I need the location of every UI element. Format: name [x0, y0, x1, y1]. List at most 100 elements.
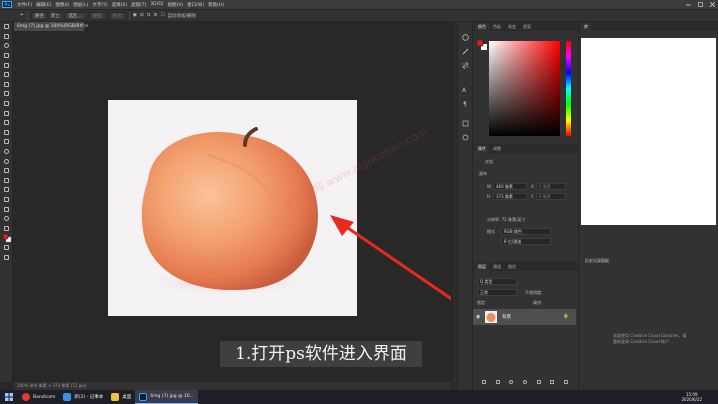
menu-edit[interactable]: 编辑(E): [34, 2, 53, 8]
path-arrange-icon[interactable]: ⇅: [147, 13, 151, 18]
screen-mode-icon[interactable]: [0, 252, 13, 262]
menu-layer[interactable]: 图层(L): [71, 2, 90, 8]
layer-filter-input[interactable]: Q 类型: [477, 278, 517, 285]
rectangle-tool-icon[interactable]: [0, 195, 13, 205]
glyphs-icon[interactable]: [458, 116, 473, 130]
close-icon[interactable]: [706, 0, 718, 9]
mask-button[interactable]: 蒙版: [88, 11, 106, 20]
magic-wand-tool-icon[interactable]: [0, 51, 13, 61]
start-button[interactable]: [0, 390, 18, 404]
quick-mask-icon[interactable]: [0, 243, 13, 253]
delete-layer-icon[interactable]: [564, 380, 569, 384]
crop-tool-icon[interactable]: [0, 60, 13, 70]
pen-tool-icon[interactable]: ✒: [20, 13, 24, 18]
taskbar-item-bandicam[interactable]: Bandicam: [18, 390, 59, 404]
character-icon[interactable]: A: [458, 82, 473, 96]
tab-gradients[interactable]: 渐变: [505, 23, 519, 31]
paragraph-icon[interactable]: ¶: [458, 96, 473, 110]
mode-label: 模式: [487, 229, 495, 234]
auto-add-checkbox[interactable]: ☐: [160, 13, 164, 18]
blend-mode-select[interactable]: 正常: [477, 289, 517, 296]
history-panel-title: 历史记录面板: [585, 258, 609, 263]
fx-icon[interactable]: [495, 380, 500, 384]
color-picker-field[interactable]: [489, 41, 560, 136]
height-field[interactable]: 373 像素: [493, 193, 527, 200]
link-layers-icon[interactable]: [481, 380, 486, 384]
settings-icon[interactable]: ⚙: [153, 13, 157, 18]
menu-type[interactable]: 文字(Y): [90, 2, 109, 8]
path-align-icon[interactable]: ⊟: [140, 13, 144, 18]
stamp-tool-icon[interactable]: [0, 108, 13, 118]
opacity-label: 不透明度:: [525, 290, 543, 295]
maximize-icon[interactable]: [694, 0, 706, 9]
hand-tool-icon[interactable]: [0, 204, 13, 214]
folder-icon: [111, 393, 120, 401]
hue-slider[interactable]: [566, 41, 571, 136]
document-tab-close-icon[interactable]: ×: [85, 22, 89, 31]
group-icon[interactable]: [536, 380, 541, 384]
menu-3d[interactable]: 3D(D): [148, 2, 165, 7]
options-bar: ✒ 路径 建立: 选区... 蒙版 形状 ▣ ⊟ ⇅ ⚙ ☐ 自动添加/删除: [0, 9, 718, 22]
eraser-tool-icon[interactable]: [0, 128, 13, 138]
minimize-icon[interactable]: [682, 0, 694, 9]
tab-libraries[interactable]: 库: [581, 23, 591, 31]
3d-icon[interactable]: [458, 130, 473, 144]
taskbar-item-photoshop[interactable]: 6mg (7).jpg @ 10...: [135, 390, 198, 404]
brush-tool-icon[interactable]: [0, 99, 13, 109]
menu-file[interactable]: 文件(F): [15, 2, 34, 8]
tab-layers[interactable]: 图层: [475, 263, 489, 271]
shape-button[interactable]: 形状: [108, 11, 126, 20]
caption-text: 1.打开ps软件进入界面: [220, 341, 422, 367]
brush-settings-icon[interactable]: [458, 44, 473, 58]
pen-tool-icon[interactable]: [0, 166, 13, 176]
gradient-tool-icon[interactable]: [0, 137, 13, 147]
taskbar-item-notepad[interactable]: 新(2) - 记事本: [59, 390, 107, 404]
history-icon[interactable]: [458, 30, 473, 44]
menu-filter[interactable]: 滤镜(T): [129, 2, 148, 8]
tab-channels[interactable]: 通道: [490, 263, 504, 271]
x-field[interactable]: 0 像素: [536, 183, 566, 190]
menu-help[interactable]: 帮助(H): [206, 2, 226, 8]
mask-icon[interactable]: [509, 380, 514, 384]
tab-properties[interactable]: 属性: [475, 145, 489, 153]
blur-tool-icon[interactable]: [0, 147, 13, 157]
visibility-eye-icon[interactable]: ◉: [476, 314, 480, 320]
path-select-tool-icon[interactable]: [0, 185, 13, 195]
taskbar-clock[interactable]: 15:09 2020/6/22: [681, 390, 702, 404]
foreground-background-color-icon[interactable]: [0, 233, 13, 243]
healing-brush-tool-icon[interactable]: [0, 89, 13, 99]
new-layer-icon[interactable]: [550, 380, 555, 384]
foreground-background-swatch-icon[interactable]: [477, 40, 487, 50]
adjustment-icon[interactable]: [522, 380, 527, 384]
width-label: W: [487, 184, 491, 189]
selection-button[interactable]: 选区...: [64, 11, 86, 20]
tab-color[interactable]: 颜色: [475, 23, 489, 31]
bit-depth-select[interactable]: 8 位/通道: [501, 238, 551, 245]
move-tool-icon[interactable]: [0, 22, 13, 32]
menu-image[interactable]: 图像(I): [53, 2, 71, 8]
more-tools-icon[interactable]: [0, 223, 13, 233]
menu-window[interactable]: 窗口(W): [185, 2, 206, 8]
zoom-tool-icon[interactable]: [0, 214, 13, 224]
mode-select[interactable]: RGB 颜色: [501, 228, 551, 235]
tab-patterns[interactable]: 图案: [520, 23, 534, 31]
menu-select[interactable]: 选择(S): [110, 2, 129, 8]
width-field[interactable]: 460 像素: [493, 183, 527, 190]
taskbar-item-desktop[interactable]: 桌面: [107, 390, 135, 404]
tab-swatches[interactable]: 色板: [490, 23, 504, 31]
frame-tool-icon[interactable]: [0, 70, 13, 80]
y-field[interactable]: 0 像素: [536, 193, 566, 200]
eyedropper-tool-icon[interactable]: [0, 80, 13, 90]
dodge-tool-icon[interactable]: [0, 156, 13, 166]
marquee-tool-icon[interactable]: [0, 32, 13, 42]
swap-icon[interactable]: [458, 58, 473, 72]
type-tool-icon[interactable]: [0, 176, 13, 186]
path-ops-icon[interactable]: ▣: [133, 13, 137, 18]
menu-view[interactable]: 视图(V): [166, 2, 186, 8]
lasso-tool-icon[interactable]: [0, 41, 13, 51]
mode-select[interactable]: 路径: [30, 11, 48, 20]
tab-paths[interactable]: 路径: [505, 263, 519, 271]
history-brush-tool-icon[interactable]: [0, 118, 13, 128]
document-tab[interactable]: 6mg (7).jpg @ 100%(RGB/8#) ×: [14, 22, 89, 31]
tab-adjustments[interactable]: 调整: [490, 145, 504, 153]
